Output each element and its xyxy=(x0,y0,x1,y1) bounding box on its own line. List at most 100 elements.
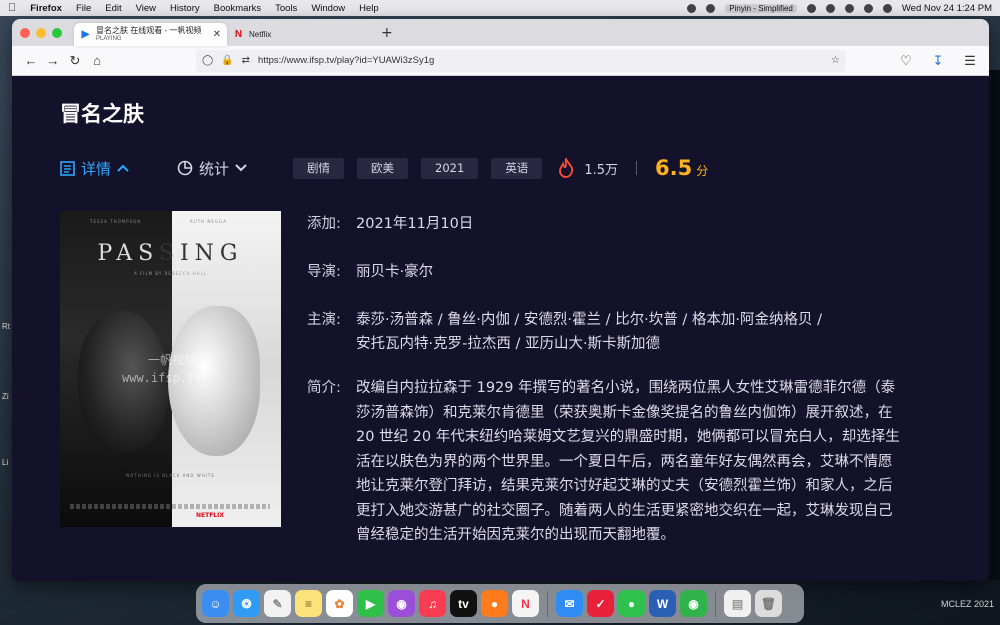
wechat-status-icon[interactable] xyxy=(687,3,697,13)
search-icon[interactable] xyxy=(863,3,873,13)
director-name[interactable]: 丽贝卡·豪尔 xyxy=(356,260,433,284)
mac-menu-bar:  Firefox File Edit View History Bookmar… xyxy=(0,0,1000,16)
battery-icon[interactable] xyxy=(806,3,816,13)
apple-icon[interactable]:  xyxy=(8,2,16,14)
synopsis-text: 改编自内拉拉森于 1929 年撰写的著名小说，围绕两位黑人女性艾琳雷德菲尔德（泰… xyxy=(356,380,900,543)
reload-icon[interactable]: ↻ xyxy=(64,50,86,72)
dock: ☺ ❂ ✎ ≡ ✿ ▶ ◉ ♫ tv ● N ✉ ✓ ● W ◉ ▤ 🗑 xyxy=(196,584,804,623)
desktop-footer-text: MCLEZ 2021 xyxy=(940,599,994,609)
pie-chart-icon xyxy=(177,160,193,176)
back-arrow-icon[interactable]: ← xyxy=(20,50,42,72)
rating-unit: 分 xyxy=(696,164,709,178)
menu-datetime[interactable]: Wed Nov 24 1:24 PM xyxy=(902,3,992,14)
pocket-icon[interactable]: ♡ xyxy=(895,50,917,72)
photos-icon[interactable]: ✿ xyxy=(326,590,353,617)
firefox-window: ▶ 冒名之肤 在线观看 - 一帆视频 PLAYING ✕ N Netflix +… xyxy=(12,19,989,581)
lock-icon[interactable]: 🔒 xyxy=(221,55,233,66)
dock-divider xyxy=(547,590,548,617)
menu-help[interactable]: Help xyxy=(359,3,379,14)
bookmark-star-icon[interactable]: ☆ xyxy=(831,55,840,66)
mail-icon[interactable]: ✉ xyxy=(556,590,583,617)
url-text[interactable]: https://www.ifsp.tv/play?id=YUAWi3zSy1g xyxy=(258,55,823,66)
synopsis-label: 简介: xyxy=(307,380,341,396)
shield-icon[interactable]: ◯ xyxy=(202,55,213,66)
watermark-text: 一帆视频 xyxy=(148,353,197,367)
cast-list-line[interactable]: 泰莎·汤普森 / 鲁丝·内伽 / 安德烈·霍兰 / 比尔·坎普 / 格本加·阿金… xyxy=(356,308,822,332)
menu-edit[interactable]: Edit xyxy=(105,3,121,14)
tab-ifsp[interactable]: ▶ 冒名之肤 在线观看 - 一帆视频 PLAYING ✕ xyxy=(74,23,227,46)
facetime-icon[interactable]: ▶ xyxy=(357,590,384,617)
detail-icon xyxy=(60,160,75,176)
close-window-button[interactable] xyxy=(20,27,30,38)
appletv-icon[interactable]: tv xyxy=(450,590,477,617)
tag-genre[interactable]: 剧情 xyxy=(293,157,345,179)
download-icon[interactable]: ↧ xyxy=(927,50,949,72)
desktop-item-label: Zi xyxy=(2,392,9,401)
menu-hamburger-icon[interactable]: ☰ xyxy=(959,50,981,72)
new-tab-button[interactable]: + xyxy=(381,25,393,41)
tag-list: 剧情 欧美 2021 英语 xyxy=(293,157,543,179)
news-icon[interactable]: N xyxy=(512,590,539,617)
tab-title: 冒名之肤 在线观看 - 一帆视频 xyxy=(96,25,202,35)
firefox-icon[interactable]: ● xyxy=(481,590,508,617)
clock-icon[interactable] xyxy=(844,3,854,13)
menu-tools[interactable]: Tools xyxy=(275,3,297,14)
tab-playing-label: PLAYING xyxy=(96,35,122,42)
tasks-icon[interactable]: ✓ xyxy=(587,590,614,617)
poster-byline: A FILM BY REBECCA HALL xyxy=(133,271,208,276)
menu-bookmarks[interactable]: Bookmarks xyxy=(214,3,262,14)
netflix-logo: NETFLIX xyxy=(196,512,224,519)
director-label: 导演: xyxy=(307,264,341,280)
detail-label: 详情 xyxy=(81,159,112,178)
trash-icon[interactable]: 🗑 xyxy=(755,590,782,617)
dock-divider xyxy=(715,590,716,617)
permissions-icon[interactable]: ⇄ xyxy=(242,55,250,66)
menu-app-firefox[interactable]: Firefox xyxy=(30,3,62,14)
tag-language[interactable]: 英语 xyxy=(491,157,543,179)
zoom-window-button[interactable] xyxy=(52,27,62,38)
menu-window[interactable]: Window xyxy=(311,3,345,14)
tag-year[interactable]: 2021 xyxy=(421,157,479,179)
stats-toggle-button[interactable]: 统计 xyxy=(177,158,247,179)
tag-region[interactable]: 欧美 xyxy=(357,157,409,179)
minimize-window-button[interactable] xyxy=(36,27,46,38)
tab-netflix[interactable]: N Netflix xyxy=(227,23,377,46)
podcasts-icon[interactable]: ◉ xyxy=(388,590,415,617)
poster-cast-left: TESSA THOMPSON xyxy=(90,219,142,224)
notes-icon[interactable]: ≡ xyxy=(295,590,322,617)
poster-credits xyxy=(70,504,270,509)
desktop-item-label: Rt xyxy=(2,322,10,331)
forward-arrow-icon[interactable]: → xyxy=(42,50,64,72)
movie-info: 添加: 2021年11月10日 导演: 丽贝卡·豪尔 主演: 泰莎·汤普森 / … xyxy=(307,212,967,548)
control-center-icon[interactable] xyxy=(882,3,892,13)
wifi-icon[interactable] xyxy=(825,3,835,13)
detail-toggle-button[interactable]: 详情 xyxy=(60,158,129,179)
menu-history[interactable]: History xyxy=(170,3,200,14)
menu-file[interactable]: File xyxy=(76,3,91,14)
desktop-item-label: Li xyxy=(2,458,9,467)
music-icon[interactable]: ♫ xyxy=(419,590,446,617)
chevron-up-icon xyxy=(117,164,129,172)
home-icon[interactable]: ⌂ xyxy=(86,50,108,72)
cast-list-line[interactable]: 安托瓦内特·克罗-拉杰西 / 亚历山大·斯卡斯加德 xyxy=(356,332,822,356)
input-method-indicator[interactable]: Pinyin - Simplified xyxy=(725,3,797,13)
tab-title: Netflix xyxy=(249,30,272,39)
finder-icon[interactable]: ☺ xyxy=(202,590,229,617)
close-tab-icon[interactable]: ✕ xyxy=(213,29,221,40)
document-icon[interactable]: ▤ xyxy=(724,590,751,617)
page-title: 冒名之肤 xyxy=(60,102,144,126)
page-content: 冒名之肤 详情 统计 剧情 欧美 2021 英语 1.5万 6.5 分 TESS… xyxy=(12,76,989,581)
play-status-icon[interactable] xyxy=(706,3,716,13)
url-bar[interactable]: ◯ 🔒 ⇄ https://www.ifsp.tv/play?id=YUAWi3… xyxy=(196,49,846,72)
messages-icon[interactable]: ● xyxy=(618,590,645,617)
info-cast-row: 主演: 泰莎·汤普森 / 鲁丝·内伽 / 安德烈·霍兰 / 比尔·坎普 / 格本… xyxy=(307,308,967,356)
safari-icon[interactable]: ❂ xyxy=(233,590,260,617)
textedit-icon[interactable]: ✎ xyxy=(264,590,291,617)
poster-tagline: NOTHING IS BLACK AND WHITE xyxy=(126,473,215,478)
menu-view[interactable]: View xyxy=(136,3,156,14)
wechat-icon[interactable]: ◉ xyxy=(680,590,707,617)
netflix-icon: N xyxy=(234,29,243,40)
info-director-row: 导演: 丽贝卡·豪尔 xyxy=(307,260,967,284)
chevron-down-icon xyxy=(235,164,247,172)
word-icon[interactable]: W xyxy=(649,590,676,617)
